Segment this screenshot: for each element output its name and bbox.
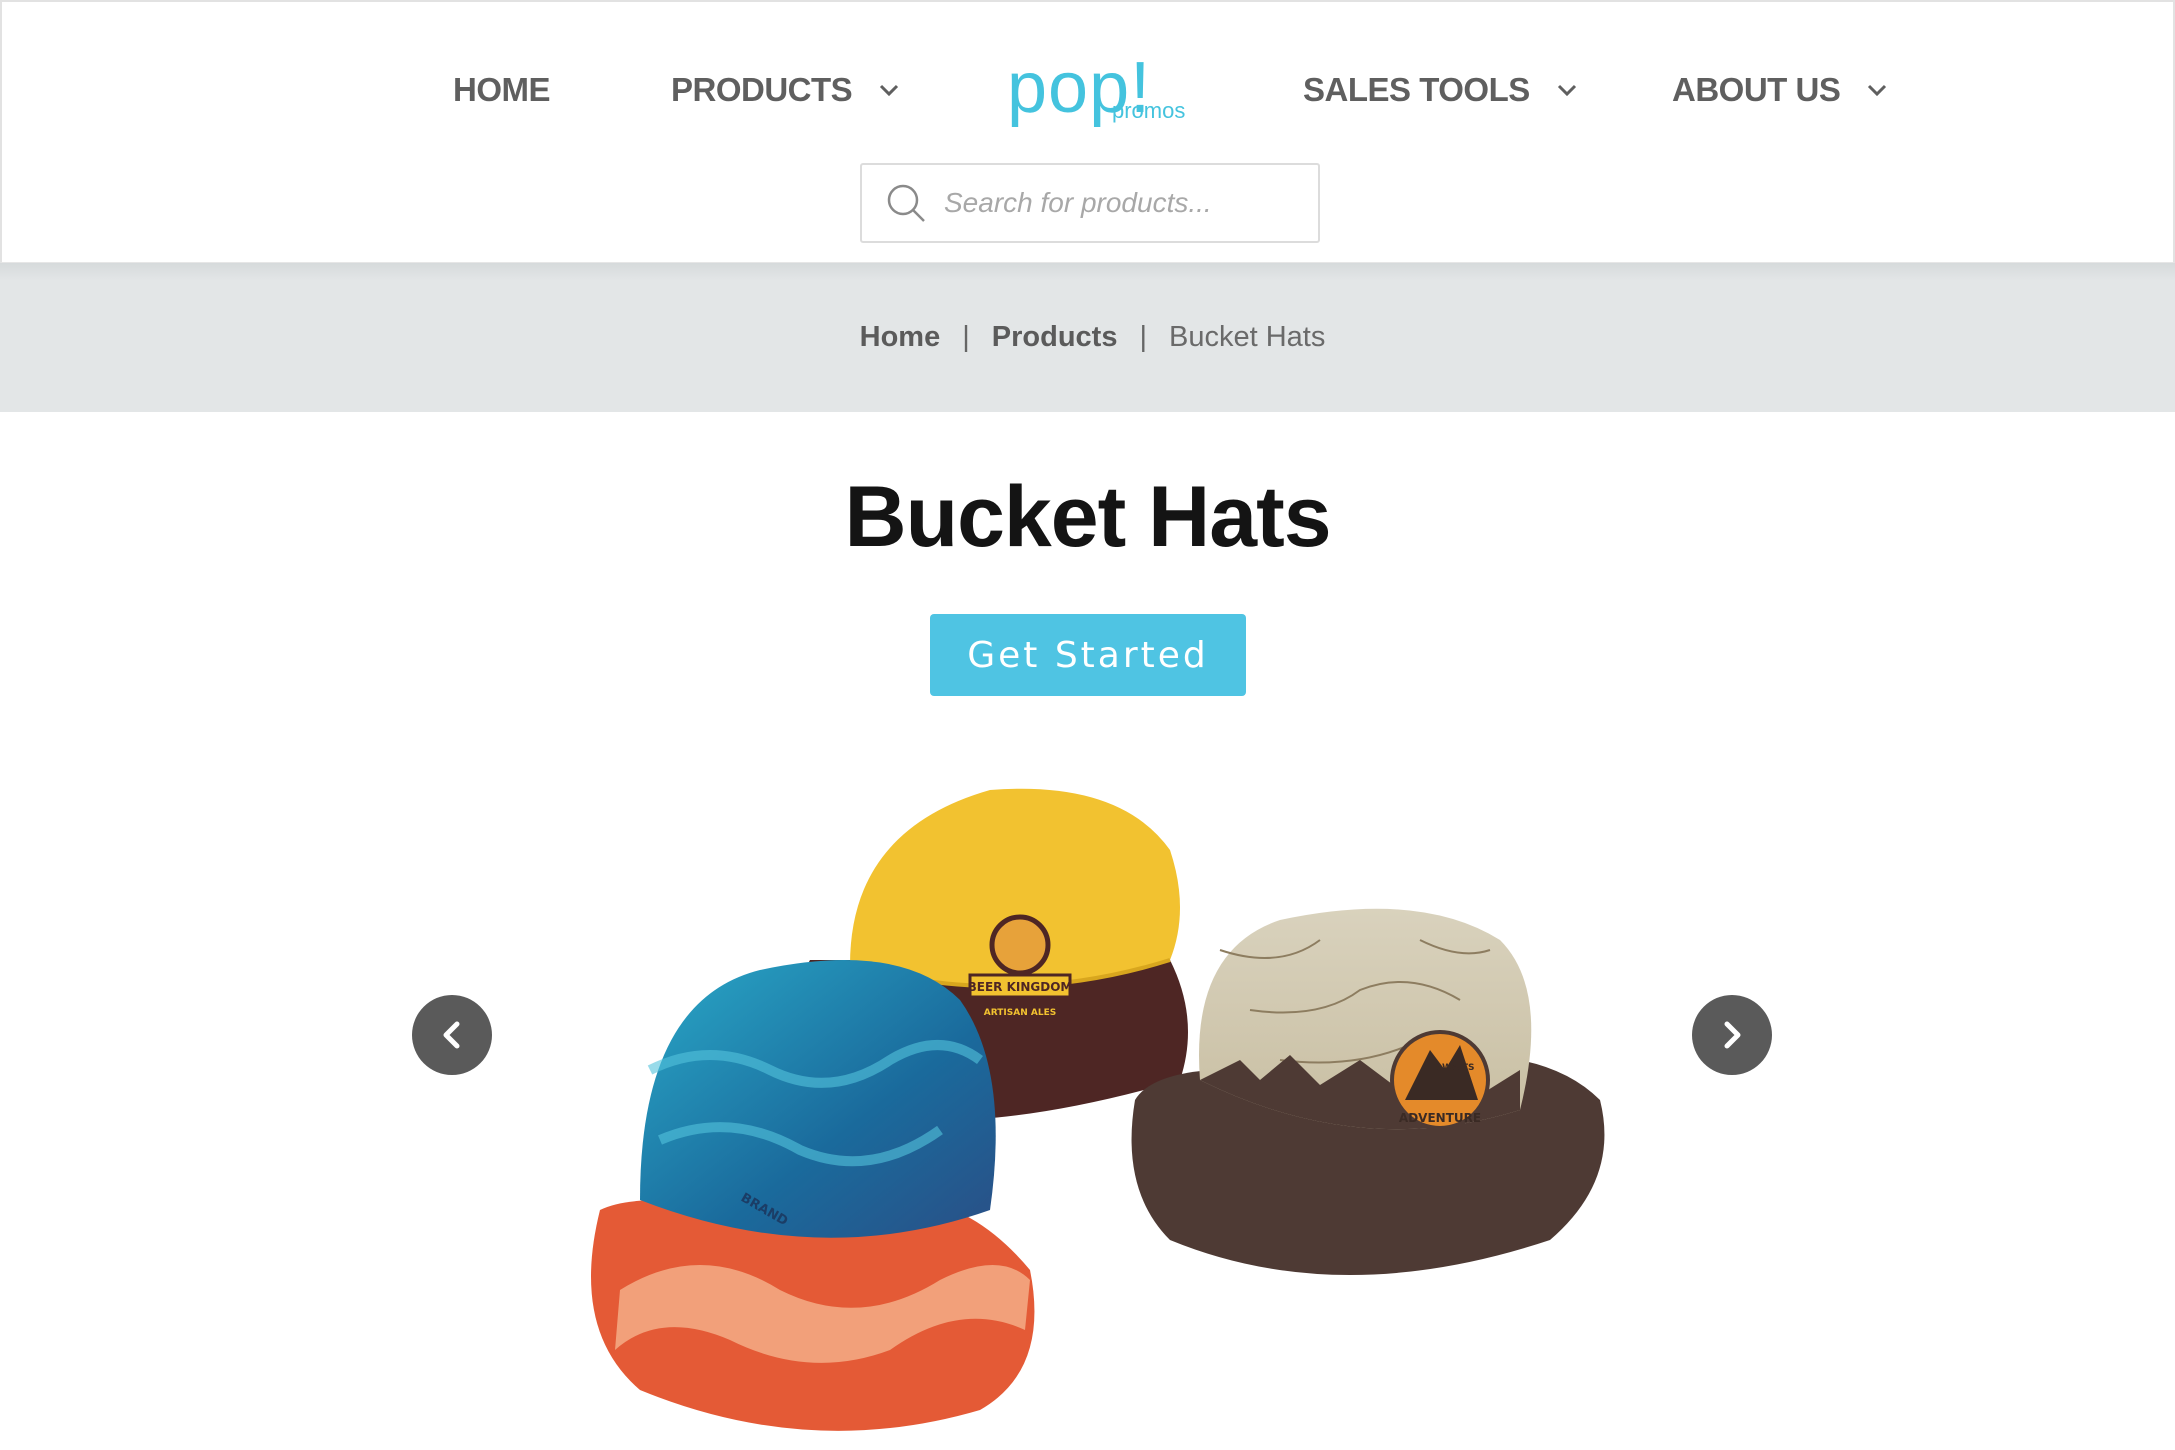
chevron-down-icon (880, 84, 899, 97)
hero-image-bucket-hats: BEER KINGDOM ARTISAN ALES ADVENTURE AWAI… (591, 788, 1605, 1431)
breadcrumb-separator: | (962, 321, 970, 353)
chevron-left-icon (443, 1021, 460, 1049)
breadcrumb: Home | Products | Bucket Hats (860, 321, 1326, 354)
breadcrumb-current: Bucket Hats (1169, 321, 1326, 353)
logo[interactable]: pop! promos (1007, 46, 1197, 136)
chevron-down-icon (1557, 84, 1576, 97)
hat-adventure: ADVENTURE AWAITS (1131, 908, 1605, 1275)
get-started-button[interactable]: Get Started (930, 614, 1246, 696)
hat-blue: BRAND (591, 960, 1035, 1431)
carousel-next-button[interactable] (1692, 995, 1772, 1075)
nav-about-us-label: ABOUT US (1672, 71, 1841, 108)
logo-subtext: promos (1112, 98, 1186, 123)
search-box (860, 163, 1320, 243)
chevron-down-icon (1868, 84, 1887, 97)
site-header: HOME PRODUCTS pop! promos SALES TOOLS AB… (0, 0, 2175, 263)
nav-home[interactable]: HOME (453, 62, 551, 118)
hat-yellow-subtext: ARTISAN ALES (984, 1008, 1056, 1018)
nav-sales-tools[interactable]: SALES TOOLS (1303, 62, 1578, 118)
breadcrumb-home[interactable]: Home (860, 321, 941, 354)
hat-adventure-subtext: AWAITS (1435, 1063, 1474, 1073)
nav-sales-tools-label: SALES TOOLS (1303, 71, 1530, 108)
hat-yellow-brand: BEER KINGDOM (968, 980, 1073, 994)
nav-home-label: HOME (453, 71, 551, 108)
hat-adventure-brand: ADVENTURE (1399, 1111, 1481, 1125)
nav-products[interactable]: PRODUCTS (671, 62, 900, 118)
page-title: Bucket Hats (844, 469, 1331, 565)
carousel-prev-button[interactable] (412, 995, 492, 1075)
nav-about-us[interactable]: ABOUT US (1672, 62, 1888, 118)
chevron-right-icon (1724, 1021, 1741, 1049)
search-input[interactable] (944, 187, 1304, 219)
nav-products-label: PRODUCTS (671, 71, 853, 108)
search-icon (887, 184, 925, 222)
breadcrumb-separator: | (1139, 321, 1147, 353)
breadcrumb-bar: Home | Products | Bucket Hats (0, 263, 2175, 412)
breadcrumb-products[interactable]: Products (992, 321, 1118, 354)
